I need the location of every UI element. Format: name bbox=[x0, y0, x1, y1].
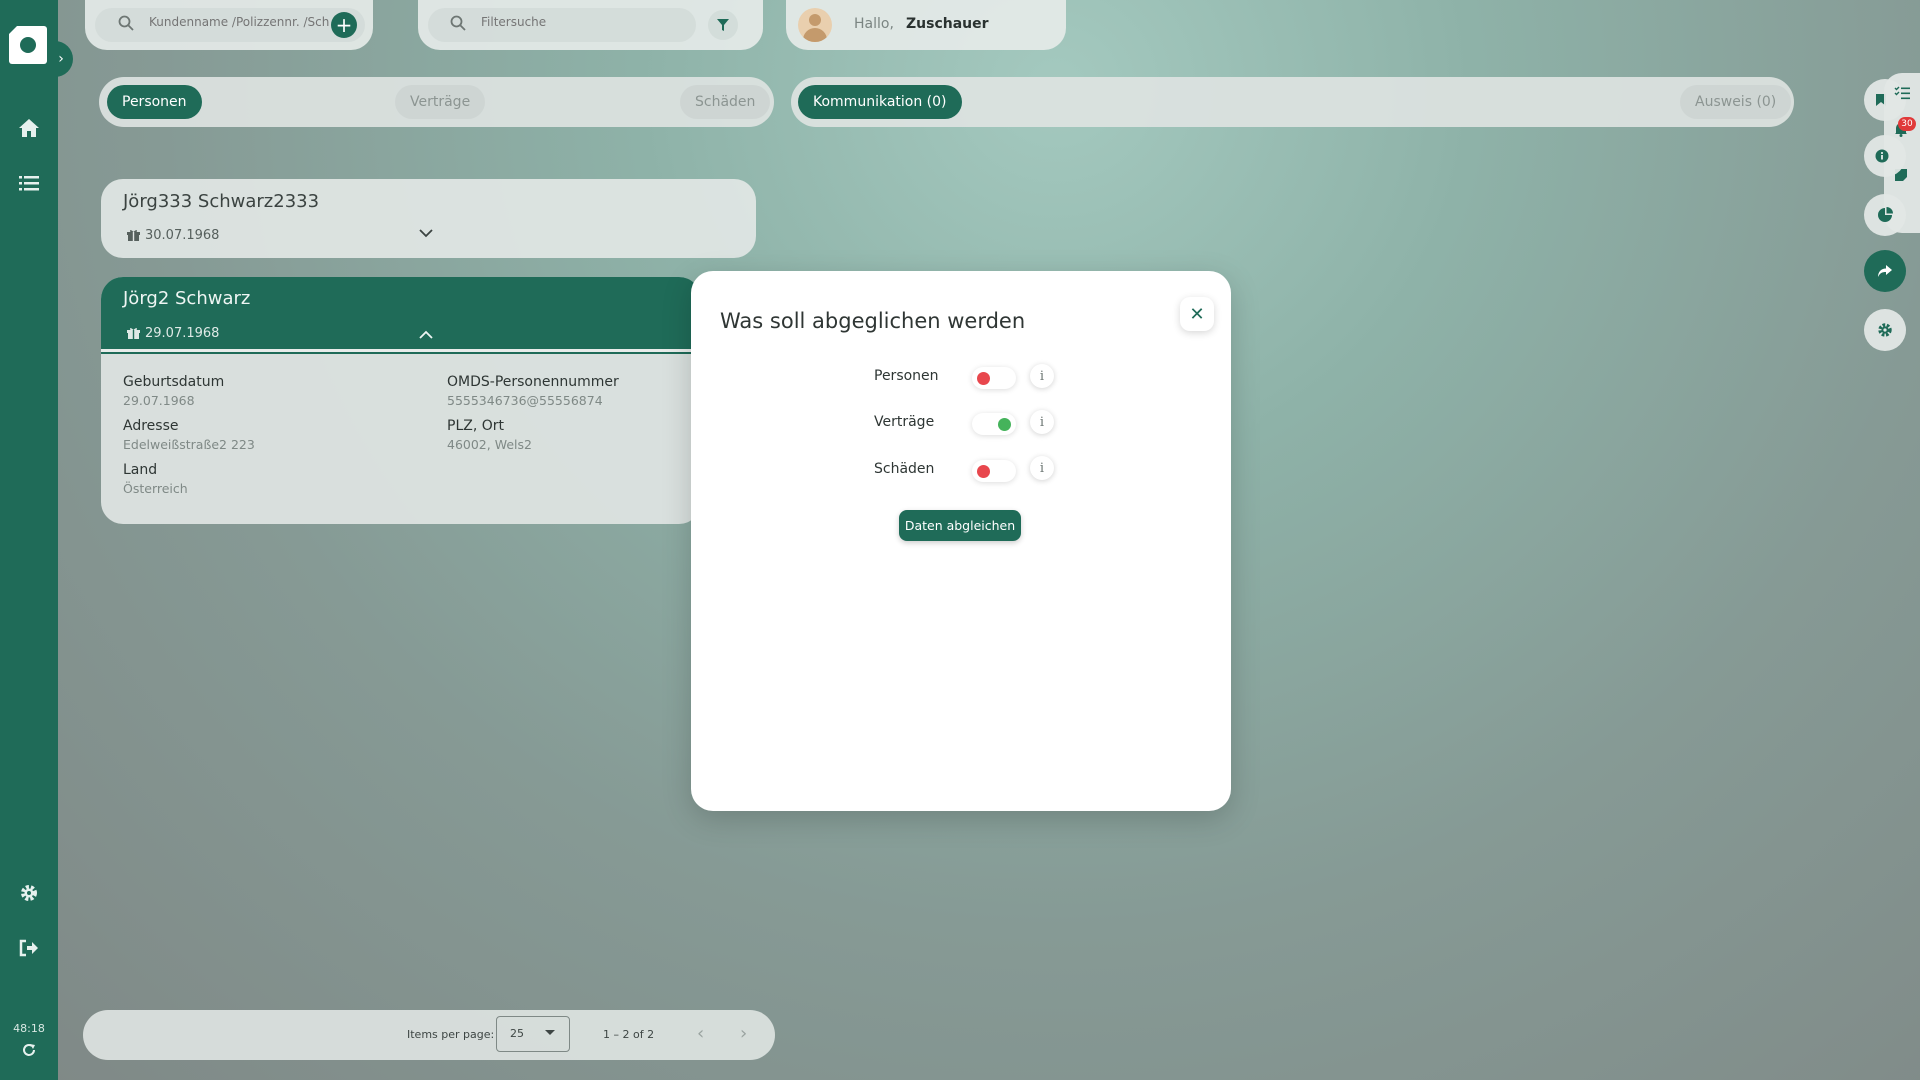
info-icon[interactable]: i bbox=[1030, 364, 1054, 388]
search-icon bbox=[118, 15, 134, 35]
info-icon[interactable]: i bbox=[1030, 410, 1054, 434]
person-dob: 30.07.1968 bbox=[127, 228, 219, 243]
caret-down-icon bbox=[545, 1030, 555, 1035]
tab-schaeden[interactable]: Schäden bbox=[680, 85, 771, 119]
toggle-personen[interactable] bbox=[972, 367, 1016, 389]
sync-data-button[interactable]: Daten abgleichen bbox=[899, 510, 1021, 541]
pie-chart-icon[interactable] bbox=[1864, 194, 1906, 236]
omds-value: 5555346736@55556874 bbox=[447, 393, 603, 408]
option-label-vertraege: Verträge bbox=[874, 414, 935, 430]
info-circle-icon[interactable] bbox=[1864, 135, 1906, 177]
items-per-page-select[interactable]: 25 bbox=[496, 1016, 570, 1052]
customer-search-box: + bbox=[85, 0, 373, 50]
add-customer-button[interactable]: + bbox=[331, 12, 357, 38]
chevron-down-icon[interactable] bbox=[419, 223, 433, 242]
gift-icon bbox=[127, 328, 140, 339]
close-icon: ✕ bbox=[1189, 303, 1205, 325]
notification-badge: 30 bbox=[1898, 117, 1916, 131]
greeting-text: Hallo, bbox=[854, 16, 894, 32]
refresh-icon[interactable] bbox=[0, 1040, 58, 1060]
adresse-label: Adresse bbox=[123, 418, 179, 434]
land-label: Land bbox=[123, 462, 158, 478]
next-page-icon[interactable]: › bbox=[740, 1023, 747, 1044]
gear-icon[interactable] bbox=[0, 881, 58, 905]
sync-dialog: Was soll abgeglichen werden ✕ Personen i… bbox=[691, 271, 1231, 811]
person-dob: 29.07.1968 bbox=[127, 326, 219, 341]
option-label-schaeden: Schäden bbox=[874, 461, 935, 477]
toggle-vertraege[interactable] bbox=[972, 413, 1016, 435]
person-name: Jörg2 Schwarz bbox=[123, 288, 251, 309]
adresse-value: Edelweißstraße2 223 bbox=[123, 437, 255, 452]
filter-search-box bbox=[418, 0, 763, 50]
info-tabs: Kommunikation (0) Ausweis (0) bbox=[791, 77, 1794, 127]
person-card[interactable]: Jörg333 Schwarz2333 30.07.1968 bbox=[101, 179, 756, 258]
dob-text: 30.07.1968 bbox=[145, 228, 220, 243]
omds-label: OMDS-Personennummer bbox=[447, 374, 619, 390]
tab-personen[interactable]: Personen bbox=[107, 85, 202, 119]
geburtsdatum-label: Geburtsdatum bbox=[123, 374, 225, 390]
customer-search-input[interactable] bbox=[149, 15, 329, 29]
prev-page-icon[interactable]: ‹ bbox=[697, 1023, 704, 1044]
tab-vertraege[interactable]: Verträge bbox=[395, 85, 486, 119]
geburtsdatum-value: 29.07.1968 bbox=[123, 393, 195, 408]
person-name: Jörg333 Schwarz2333 bbox=[123, 191, 320, 212]
logout-icon[interactable] bbox=[0, 936, 58, 960]
page-range: 1 – 2 of 2 bbox=[603, 1028, 655, 1041]
user-name: Zuschauer bbox=[906, 16, 989, 32]
dob-text: 29.07.1968 bbox=[145, 326, 220, 341]
share-icon[interactable] bbox=[1864, 250, 1906, 292]
user-greeting-box: Hallo, Zuschauer bbox=[786, 0, 1066, 50]
sidebar: 48:18 bbox=[0, 0, 58, 1080]
app-logo[interactable] bbox=[8, 25, 47, 64]
tab-ausweis[interactable]: Ausweis (0) bbox=[1680, 85, 1792, 119]
person-card-header: Jörg2 Schwarz 29.07.1968 bbox=[101, 277, 701, 349]
tab-kommunikation[interactable]: Kommunikation (0) bbox=[798, 85, 962, 119]
info-icon[interactable]: i bbox=[1030, 456, 1054, 480]
toggle-schaeden[interactable] bbox=[972, 460, 1016, 482]
search-icon bbox=[450, 15, 466, 35]
list-icon[interactable] bbox=[0, 171, 58, 195]
items-per-page-label: Items per page: bbox=[407, 1028, 495, 1041]
dialog-title: Was soll abgeglichen werden bbox=[720, 309, 1026, 333]
plz-value: 46002, Wels2 bbox=[447, 437, 532, 452]
chevron-right-icon[interactable]: › bbox=[49, 41, 73, 77]
filter-icon[interactable] bbox=[708, 10, 738, 40]
avatar[interactable] bbox=[798, 8, 832, 42]
home-icon[interactable] bbox=[0, 116, 58, 140]
option-label-personen: Personen bbox=[874, 368, 939, 384]
filter-search-input[interactable] bbox=[481, 15, 681, 29]
person-card-expanded[interactable]: Jörg2 Schwarz 29.07.1968 Geburtsdatum 29… bbox=[101, 277, 701, 524]
chevron-up-icon[interactable] bbox=[419, 325, 433, 344]
gear-icon[interactable] bbox=[1864, 309, 1906, 351]
pagination: Items per page: 25 1 – 2 of 2 ‹ › bbox=[83, 1010, 775, 1060]
entity-tabs: Personen Verträge Schäden bbox=[99, 77, 774, 127]
plz-label: PLZ, Ort bbox=[447, 418, 504, 434]
close-button[interactable]: ✕ bbox=[1180, 297, 1214, 331]
session-timer: 48:18 bbox=[13, 1022, 45, 1035]
checklist-icon[interactable] bbox=[1894, 85, 1910, 104]
items-per-page-value: 25 bbox=[510, 1027, 524, 1040]
land-value: Österreich bbox=[123, 481, 188, 496]
gift-icon bbox=[127, 230, 140, 241]
